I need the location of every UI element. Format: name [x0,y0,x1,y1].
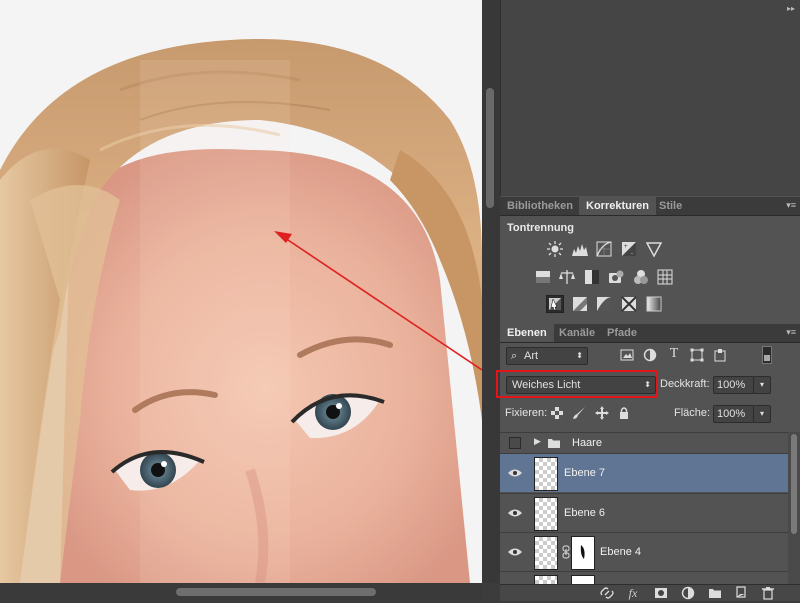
layer-name: Ebene 7 [564,467,605,479]
photo-filter-icon[interactable] [608,269,624,285]
posterize-icon[interactable] [572,296,588,312]
layer-row-ebene-6[interactable]: Ebene 6 [500,493,788,532]
folder-icon[interactable] [708,586,722,600]
color-balance-icon[interactable] [559,269,575,285]
layer-row-partial[interactable] [500,571,788,584]
layers-scroll-thumb[interactable] [791,434,797,534]
layers-tabbar: Ebenen Kanäle Pfade ▾≡ [500,324,800,343]
empty-panel-area: ▸▸ [500,0,800,196]
fill-dropdown-button[interactable]: ▾ [753,405,771,423]
tab-pfade[interactable]: Pfade [600,324,644,342]
opacity-label: Deckkraft: [660,378,710,390]
layer-thumbnail [534,575,558,584]
panel-menu-icon[interactable]: ▾≡ [786,200,796,211]
tab-stile[interactable]: Stile [652,197,689,215]
channel-mixer-icon[interactable] [633,269,649,285]
tab-korrekturen[interactable]: Korrekturen [579,197,656,215]
layer-thumbnail [534,536,558,570]
new-layer-icon[interactable] [734,586,748,600]
layer-filter-value: Art [524,350,539,362]
visibility-toggle-empty[interactable] [509,437,521,449]
tab-bibliotheken[interactable]: Bibliotheken [500,197,580,215]
horizontal-scroll-thumb[interactable] [176,588,376,596]
expand-triangle-icon[interactable]: ▶ [534,436,541,447]
hue-saturation-icon[interactable] [535,269,551,285]
adjustment-icon[interactable] [681,586,695,600]
layer-filter-select[interactable]: ⌕ Art ⬍ [506,347,588,365]
lock-brush-icon[interactable] [572,406,586,420]
curves-icon[interactable] [596,241,612,257]
mask-link-icon[interactable] [559,545,570,559]
opacity-input[interactable]: 100% [713,376,754,394]
layer-thumbnail [534,457,558,491]
lock-move-icon[interactable] [595,406,609,420]
color-lookup-icon[interactable] [657,269,673,285]
layer-name: Haare [572,437,602,449]
black-white-icon[interactable] [584,269,600,285]
fx-icon[interactable]: fx [626,586,640,600]
layers-panel-menu-icon[interactable]: ▾≡ [786,327,796,338]
layer-row-haare[interactable]: ▶ Haare [500,432,788,453]
lock-transparent-icon[interactable] [550,406,564,420]
tab-ebenen[interactable]: Ebenen [500,324,554,342]
vertical-scroll-thumb[interactable] [486,88,494,208]
opacity-dropdown-button[interactable]: ▾ [753,376,771,394]
vibrance-icon[interactable] [646,241,662,257]
eye-icon[interactable] [508,468,522,478]
gradient-map-icon[interactable] [646,296,662,312]
selective-color-icon[interactable] [621,296,637,312]
vertical-scrollbar[interactable] [482,0,500,583]
filter-toggle-switch[interactable] [762,346,772,364]
layer-mask-thumbnail [571,575,595,584]
lock-label: Fixieren: [505,407,548,419]
eye-icon[interactable] [508,547,522,557]
filter-type-icon[interactable]: T [667,347,681,361]
layer-name: Ebene 4 [600,546,641,558]
tab-kanaele[interactable]: Kanäle [552,324,602,342]
layer-name: Ebene 6 [564,507,605,519]
right-panel-dock: ▸▸ Bibliotheken Korrekturen Stile ▾≡ Ton… [496,0,800,601]
search-icon: ⌕ [511,350,518,362]
exposure-icon[interactable]: + - [621,241,637,257]
fill-input[interactable]: 100% [713,405,754,423]
brightness-contrast-icon[interactable] [547,241,563,257]
invert-icon[interactable] [546,295,564,313]
trash-icon[interactable] [761,586,775,600]
layers-bottom-toolbar: fx [500,584,800,601]
fill-label: Fläche: [674,407,711,419]
layer-thumbnail [534,497,558,531]
filter-smartobject-icon[interactable] [713,348,727,362]
mask-icon[interactable] [654,586,668,600]
layer-row-ebene-7[interactable]: Ebene 7 [500,453,788,492]
layers-scrollbar[interactable] [788,432,800,584]
folder-icon [547,436,561,450]
levels-icon[interactable] [572,241,588,257]
layer-mask-thumbnail[interactable] [571,536,595,570]
collapse-icon[interactable]: ▸▸ [787,4,795,13]
portrait-photo [0,0,482,583]
filter-shape-icon[interactable] [690,348,704,362]
layer-row-ebene-4[interactable]: Ebene 4 [500,532,788,571]
filter-pixel-icon[interactable] [620,348,634,362]
eye-icon[interactable] [508,508,522,518]
adjustments-tabbar: Bibliotheken Korrekturen Stile ▾≡ [500,197,800,216]
document-canvas[interactable] [0,0,482,583]
layers-list[interactable]: ▶ Haare Ebene 7 Ebene 6 Ebene 4 [500,432,788,584]
highlight-box [496,370,658,398]
link-icon[interactable] [600,586,614,600]
svg-text:+: + [624,244,628,250]
horizontal-scrollbar[interactable] [0,583,482,600]
adjustment-hint-title: Tontrennung [507,222,574,234]
threshold-icon[interactable] [596,296,612,312]
lock-all-icon[interactable] [617,406,631,420]
filter-adjustment-icon[interactable] [643,348,657,362]
updown-icon: ⬍ [576,351,583,360]
svg-text:-: - [631,251,633,257]
